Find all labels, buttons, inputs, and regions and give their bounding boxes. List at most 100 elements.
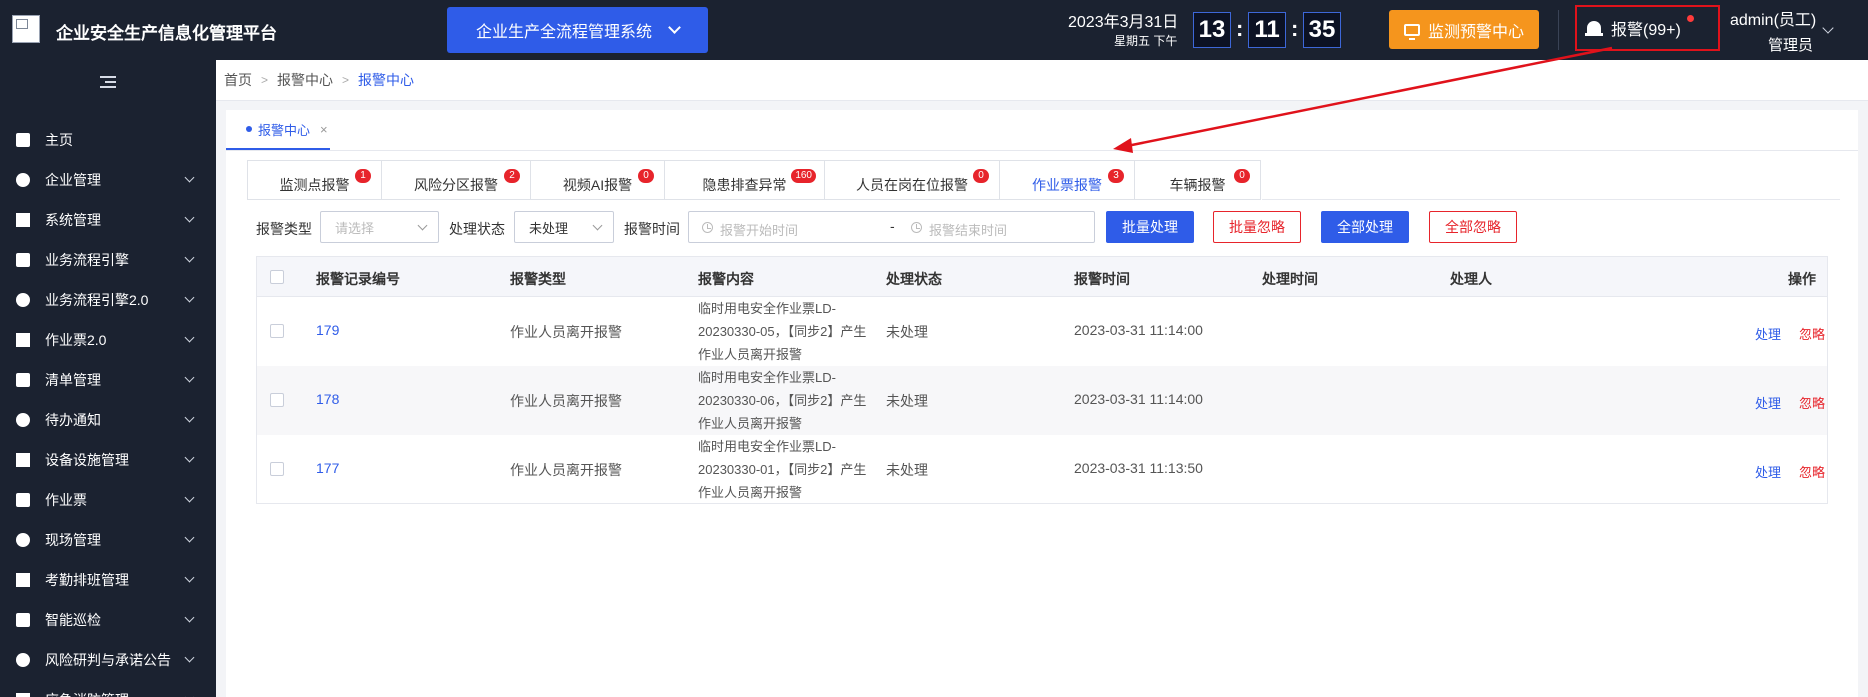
status-select[interactable]: 未处理 [514, 211, 614, 243]
home-icon [16, 133, 30, 147]
alarm-time-cell: 2023-03-31 11:13:50 [1074, 460, 1203, 476]
alarm-tab[interactable]: 车辆报警 0 [1135, 161, 1260, 199]
alarm-tab[interactable]: 风险分区报警 2 [382, 161, 531, 199]
close-icon[interactable]: × [320, 122, 328, 137]
alarm-time-range[interactable]: 报警开始时间 - 报警结束时间 [688, 211, 1095, 243]
alarm-button[interactable]: 报警(99+) [1575, 5, 1720, 51]
chevron-down-icon [184, 412, 195, 423]
row-checkbox[interactable] [270, 324, 284, 338]
alarm-tab-label: 车辆报警 [1169, 177, 1226, 193]
count-badge: 3 [1108, 169, 1124, 183]
row-checkbox[interactable] [270, 393, 284, 407]
process-link[interactable]: 处理 [1755, 324, 1781, 343]
monitor-icon [1403, 23, 1420, 40]
sidebar-item[interactable]: 业务流程引擎 [0, 240, 216, 280]
alarm-tab-label: 风险分区报警 [414, 177, 498, 193]
alarm-type-select[interactable]: 请选择 [320, 211, 439, 243]
sidebar-item[interactable]: 智能巡检 [0, 600, 216, 640]
sidebar-item[interactable]: 作业票2.0 [0, 320, 216, 360]
alarm-tab-label: 视频AI报警 [562, 177, 633, 193]
tabs-divider [1262, 199, 1840, 200]
sidebar-item[interactable]: 业务流程引擎2.0 [0, 280, 216, 320]
start-time-input[interactable]: 报警开始时间 [720, 220, 798, 239]
sidebar-item[interactable]: 作业票 [0, 480, 216, 520]
col-record-id: 报警记录编号 [316, 271, 400, 287]
sidebar-item[interactable]: 系统管理 [0, 200, 216, 240]
breadcrumb-parent[interactable]: 报警中心 [277, 70, 333, 90]
alarm-time-cell: 2023-03-31 11:14:00 [1074, 322, 1203, 338]
alarm-tab[interactable]: 视频AI报警 0 [531, 161, 665, 199]
sidebar-item[interactable]: 主页 [0, 120, 216, 160]
sidebar-item[interactable]: 应急消防管理 [0, 680, 216, 697]
ignore-all-button[interactable]: 全部忽略 [1429, 211, 1517, 243]
ignore-link[interactable]: 忽略 [1799, 324, 1825, 343]
user-name[interactable]: admin(员工) [1730, 6, 1816, 30]
monitor-warning-center-button[interactable]: 监测预警中心 [1389, 10, 1539, 49]
alarm-tab[interactable]: 人员在岗在位报警 0 [825, 161, 1000, 199]
sidebar-item[interactable]: 待办通知 [0, 400, 216, 440]
col-status: 处理状态 [886, 271, 942, 287]
chevron-down-icon [184, 292, 195, 303]
sidebar-item-label: 智能巡检 [45, 612, 101, 628]
site-icon [16, 533, 30, 547]
page-tab-alarm-center[interactable]: 报警中心 × [226, 110, 330, 150]
alarm-type-label: 报警类型 [256, 221, 312, 237]
device-icon [16, 453, 30, 467]
clock-seconds: 35 [1303, 12, 1341, 48]
sidebar-item-label: 设备设施管理 [45, 452, 129, 468]
chevron-down-icon [417, 220, 428, 231]
alarm-type-cell: 作业人员离开报警 [510, 324, 622, 340]
ignore-link[interactable]: 忽略 [1799, 393, 1825, 412]
sidebar-collapse-icon[interactable] [100, 76, 116, 88]
bar-chart-icon [16, 573, 30, 587]
chevron-down-icon [184, 252, 195, 263]
sidebar-item-label: 作业票2.0 [45, 332, 107, 348]
sidebar-item[interactable]: 企业管理 [0, 160, 216, 200]
record-id-link[interactable]: 178 [316, 391, 339, 407]
record-id-link[interactable]: 177 [316, 460, 339, 476]
briefcase-icon [16, 653, 30, 667]
sidebar-item[interactable]: 现场管理 [0, 520, 216, 560]
count-badge: 160 [791, 169, 816, 183]
flow-icon [16, 253, 30, 267]
alarm-tab[interactable]: 作业票报警 3 [1000, 161, 1135, 199]
chevron-down-icon [592, 220, 603, 231]
chevron-down-icon [184, 372, 195, 383]
count-badge: 0 [973, 169, 989, 183]
gear-icon [16, 213, 30, 227]
clock-icon [911, 222, 922, 233]
header-divider [1558, 10, 1559, 50]
chevron-down-icon [668, 21, 681, 34]
system-select[interactable]: 企业生产全流程管理系统 [447, 7, 708, 53]
sidebar-item-label: 业务流程引擎2.0 [45, 292, 149, 308]
grid-icon [16, 613, 30, 627]
select-all-checkbox[interactable] [270, 270, 284, 284]
batch-ignore-button[interactable]: 批量忽略 [1213, 211, 1301, 243]
system-select-label: 企业生产全流程管理系统 [475, 24, 652, 41]
process-link[interactable]: 处理 [1755, 393, 1781, 412]
sidebar-item[interactable]: 考勤排班管理 [0, 560, 216, 600]
sidebar-item[interactable]: 清单管理 [0, 360, 216, 400]
user-menu-chevron-icon[interactable] [1822, 22, 1834, 34]
alarm-tab[interactable]: 监测点报警 1 [248, 161, 382, 199]
record-id-link[interactable]: 179 [316, 322, 339, 338]
process-all-button[interactable]: 全部处理 [1321, 211, 1409, 243]
chevron-down-icon [184, 612, 195, 623]
alarm-tab-label: 监测点报警 [279, 177, 350, 193]
table-row: 179 作业人员离开报警 临时用电安全作业票LD-20230330-05，【同步2】… [257, 297, 1827, 366]
ignore-link[interactable]: 忽略 [1799, 462, 1825, 481]
ticket-icon [16, 493, 30, 507]
breadcrumb-separator: > [342, 73, 350, 87]
alarm-tab[interactable]: 隐患排查异常 160 [665, 161, 825, 199]
process-link[interactable]: 处理 [1755, 462, 1781, 481]
batch-process-button[interactable]: 批量处理 [1106, 211, 1194, 243]
breadcrumb-home[interactable]: 首页 [224, 70, 252, 90]
end-time-input[interactable]: 报警结束时间 [929, 220, 1007, 239]
sidebar-item[interactable]: 风险研判与承诺公告 [0, 640, 216, 680]
status-cell: 未处理 [886, 462, 928, 478]
sidebar-item[interactable]: 设备设施管理 [0, 440, 216, 480]
col-operation: 操作 [1788, 271, 1816, 287]
clock-icon [702, 222, 713, 233]
alarm-button-label: 报警(99+) [1611, 22, 1681, 39]
row-checkbox[interactable] [270, 462, 284, 476]
